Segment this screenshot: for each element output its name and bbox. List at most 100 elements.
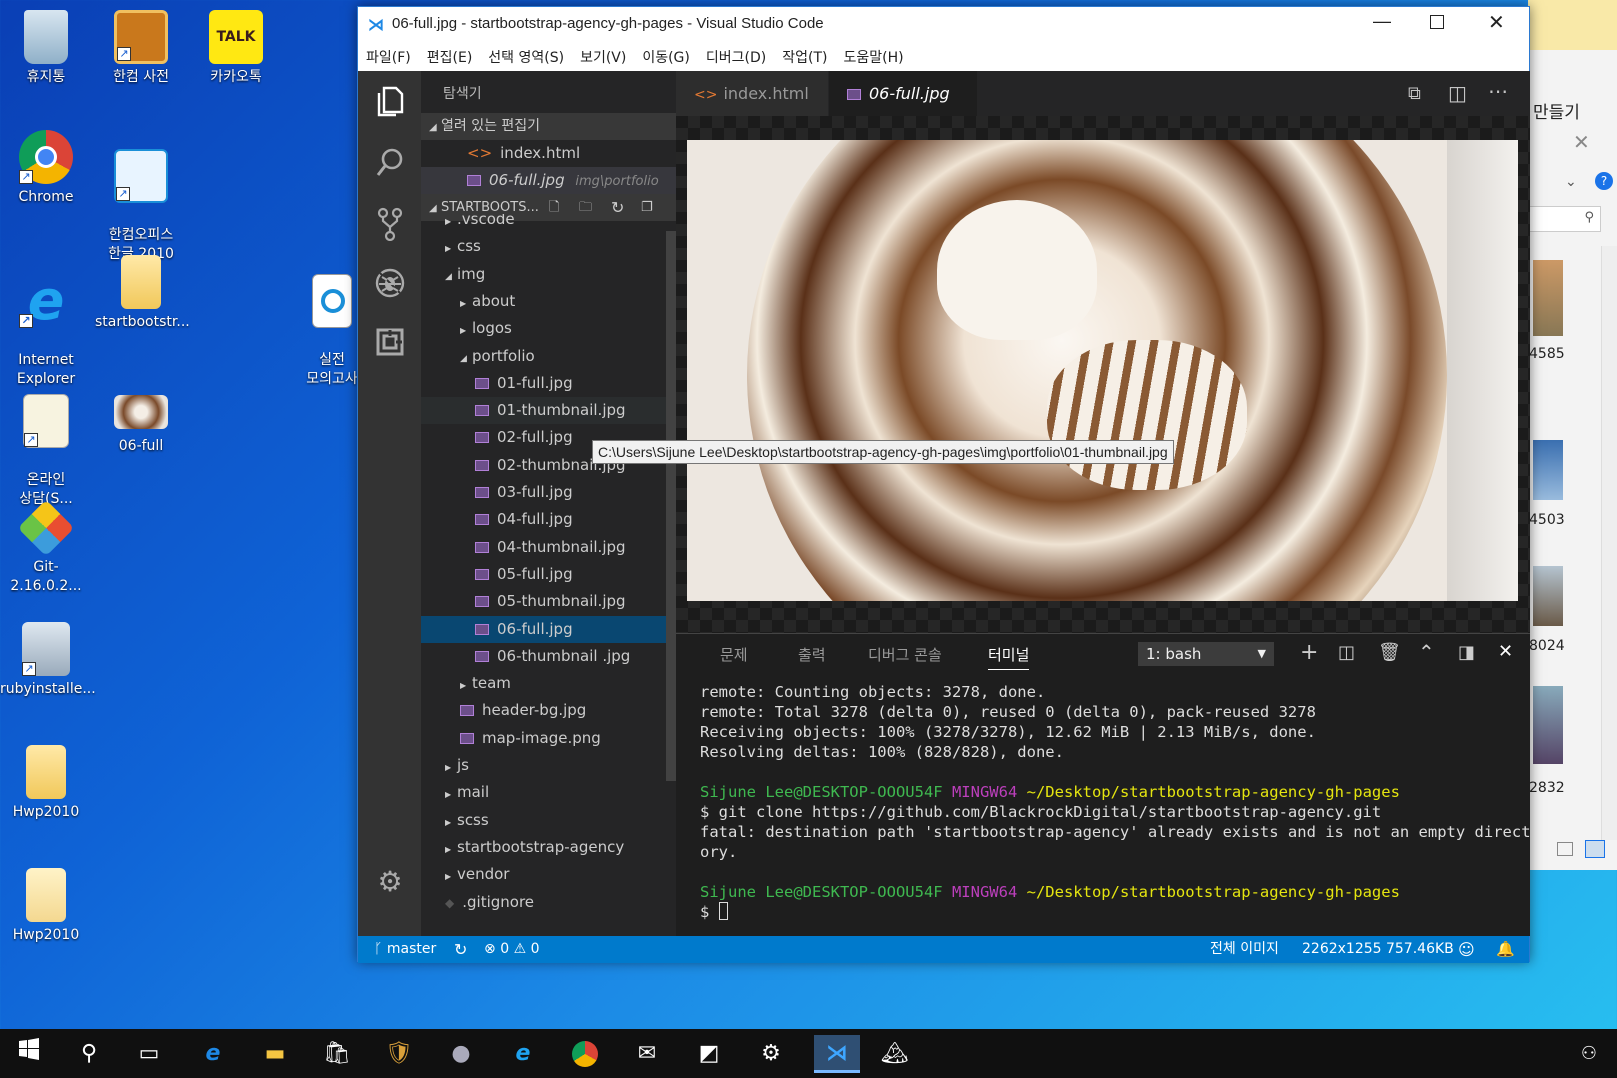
tree-folder[interactable]: ◢ portfolio [421, 343, 676, 370]
help-icon[interactable]: ? [1595, 172, 1613, 190]
desktop-icon-hwp2010-a[interactable]: Hwp2010 [0, 745, 92, 822]
tree-folder[interactable]: ▶ scss [421, 807, 676, 834]
close-panel-icon[interactable]: ✕ [1498, 641, 1513, 662]
people-icon[interactable]: ⚇ [1570, 1035, 1608, 1073]
tab-06-full-jpg[interactable]: 06-full.jpg ✕ [829, 71, 977, 148]
maximize-button[interactable] [1430, 15, 1444, 29]
chevron-down-icon[interactable]: ⌄ [1565, 174, 1577, 190]
desktop-icon-kakaotalk[interactable]: TALK 카카오톡 [190, 10, 282, 87]
tree-folder[interactable]: ▶ logos [421, 315, 676, 342]
scrollbar[interactable] [1601, 246, 1617, 840]
tree-file[interactable]: header-bg.jpg [421, 697, 676, 724]
toggle-panel-position-icon[interactable]: ◨ [1458, 642, 1475, 663]
split-editor-icon[interactable]: ◫ [1448, 81, 1467, 105]
tab-index-html[interactable]: <> index.html [676, 71, 828, 116]
desktop-icon-startbootstrap[interactable]: startbootstr... [95, 255, 190, 332]
menu-tasks[interactable]: 작업(T) [774, 41, 835, 67]
tree-file[interactable]: 01-full.jpg [421, 370, 676, 397]
tree-file[interactable]: 04-thumbnail.jpg [421, 534, 676, 561]
open-editors-header[interactable]: ◢ 열려 있는 편집기 [421, 113, 676, 140]
file-explorer-icon[interactable]: ▬ [256, 1035, 294, 1073]
desktop-icon-06-full[interactable]: 06-full [95, 395, 187, 456]
feedback-smiley-icon[interactable]: ☺ [1458, 936, 1475, 963]
image-zoom-label[interactable]: 전체 이미지 [1210, 936, 1279, 963]
terminal-select[interactable]: 1: bash ▼ [1138, 642, 1274, 666]
tab-problems[interactable]: 문제 [720, 644, 748, 665]
tree-file[interactable]: 05-thumbnail.jpg [421, 588, 676, 615]
settings-gear-icon[interactable]: ⚙ [372, 864, 408, 900]
tree-file[interactable]: 03-full.jpg [421, 479, 676, 506]
menu-view[interactable]: 보기(V) [572, 41, 634, 67]
tree-folder[interactable]: ▶ mail [421, 779, 676, 806]
latte-art-image[interactable] [687, 140, 1518, 601]
search-input[interactable]: ⚲ [1529, 206, 1601, 232]
sidebar-scrollbar[interactable] [666, 231, 676, 781]
open-editor-item[interactable]: <> index.html [421, 140, 676, 167]
desktop-icon-chrome[interactable]: ↗ Chrome [0, 130, 92, 207]
tree-folder[interactable]: ▶ vendor [421, 861, 676, 888]
tab-debug-console[interactable]: 디버그 콘솔 [868, 644, 942, 665]
start-windows-icon[interactable] [10, 1035, 48, 1073]
problems-indicator[interactable]: ⊗ 0 ⚠ 0 [484, 936, 540, 963]
open-preview-icon[interactable]: ⧉ [1408, 83, 1421, 104]
edge-icon[interactable]: e [194, 1035, 232, 1073]
vscode-taskbar-icon[interactable]: ⋊ [814, 1035, 860, 1073]
desktop-icon-hancom-dict[interactable]: ↗ 한컴 사전 [95, 10, 187, 87]
close-button[interactable]: ✕ [1488, 10, 1505, 35]
tree-folder[interactable]: ▶ .vscode [421, 214, 676, 233]
tree-folder[interactable]: ◢ img [421, 261, 676, 288]
tree-file[interactable]: 05-full.jpg [421, 561, 676, 588]
sticky-notes-icon[interactable]: ◩ [690, 1035, 728, 1073]
thumbnail[interactable] [1533, 686, 1563, 764]
tree-file[interactable]: 04-full.jpg [421, 506, 676, 533]
menu-debug[interactable]: 디버그(D) [698, 41, 774, 67]
maximize-panel-icon[interactable]: ⌃ [1418, 640, 1435, 664]
notification-bell-icon[interactable]: 🔔 [1496, 936, 1515, 963]
tree-file[interactable]: ◆ .gitignore [421, 889, 676, 915]
store-icon[interactable]: 🛍 [318, 1035, 356, 1073]
large-icons-view-icon[interactable] [1585, 840, 1605, 858]
tree-folder[interactable]: ▶ about [421, 288, 676, 315]
more-actions-icon[interactable]: ⋯ [1488, 79, 1508, 103]
menu-help[interactable]: 도움말(H) [835, 41, 911, 67]
open-editor-item-active[interactable]: 06-full.jpg img\portfolio [421, 167, 676, 194]
details-view-icon[interactable] [1557, 842, 1573, 856]
media-app-icon[interactable]: ● [442, 1035, 480, 1073]
tree-folder[interactable]: ▶ js [421, 752, 676, 779]
menu-selection[interactable]: 선택 영역(S) [480, 41, 572, 67]
menu-file[interactable]: 파일(F) [358, 41, 419, 67]
tree-file[interactable]: 06-thumbnail .jpg [421, 643, 676, 670]
internet-explorer-icon[interactable]: e [504, 1035, 542, 1073]
branch-indicator[interactable]: ᚴ master [374, 936, 436, 963]
thumbnail[interactable] [1533, 260, 1563, 336]
desktop-icon-hwp2010-b[interactable]: Hwp2010 [0, 868, 92, 945]
thumbnail[interactable] [1533, 440, 1563, 500]
tree-folder[interactable]: ▶ team [421, 670, 676, 697]
search-icon[interactable] [372, 147, 408, 183]
task-view-icon[interactable]: ▭ [130, 1035, 168, 1073]
close-icon[interactable]: ✕ [1573, 130, 1590, 154]
explorer-icon[interactable] [372, 85, 408, 121]
kill-terminal-icon[interactable]: 🗑 [1378, 642, 1401, 663]
mail-icon[interactable]: ✉ [628, 1035, 666, 1073]
thumbnail[interactable] [1533, 566, 1563, 626]
app-icon[interactable]: 🛡 [380, 1035, 418, 1073]
source-control-icon[interactable] [372, 207, 408, 243]
new-terminal-icon[interactable]: + [1300, 640, 1318, 665]
settings-gear-icon[interactable]: ⚙ [752, 1035, 790, 1073]
chrome-icon[interactable] [566, 1035, 604, 1073]
tree-file[interactable]: map-image.png [421, 725, 676, 752]
minimize-button[interactable]: — [1373, 11, 1391, 32]
extensions-icon[interactable] [372, 327, 408, 363]
photos-icon[interactable]: 🏔 [876, 1035, 914, 1073]
tab-output[interactable]: 출력 [798, 644, 826, 665]
desktop-icon-rubyinstaller[interactable]: ↗ rubyinstalle... [0, 622, 96, 699]
terminal-output[interactable]: remote: Counting objects: 3278, done. rem… [700, 682, 1531, 922]
split-terminal-icon[interactable]: ◫ [1338, 642, 1355, 663]
menu-edit[interactable]: 편집(E) [419, 41, 481, 67]
tree-file[interactable]: 06-full.jpg [421, 615, 676, 643]
menu-go[interactable]: 이동(G) [634, 41, 698, 67]
tree-file[interactable]: 01-thumbnail.jpg [421, 397, 676, 425]
tree-folder[interactable]: ▶ css [421, 233, 676, 260]
tab-terminal[interactable]: 터미널 [988, 644, 1030, 670]
